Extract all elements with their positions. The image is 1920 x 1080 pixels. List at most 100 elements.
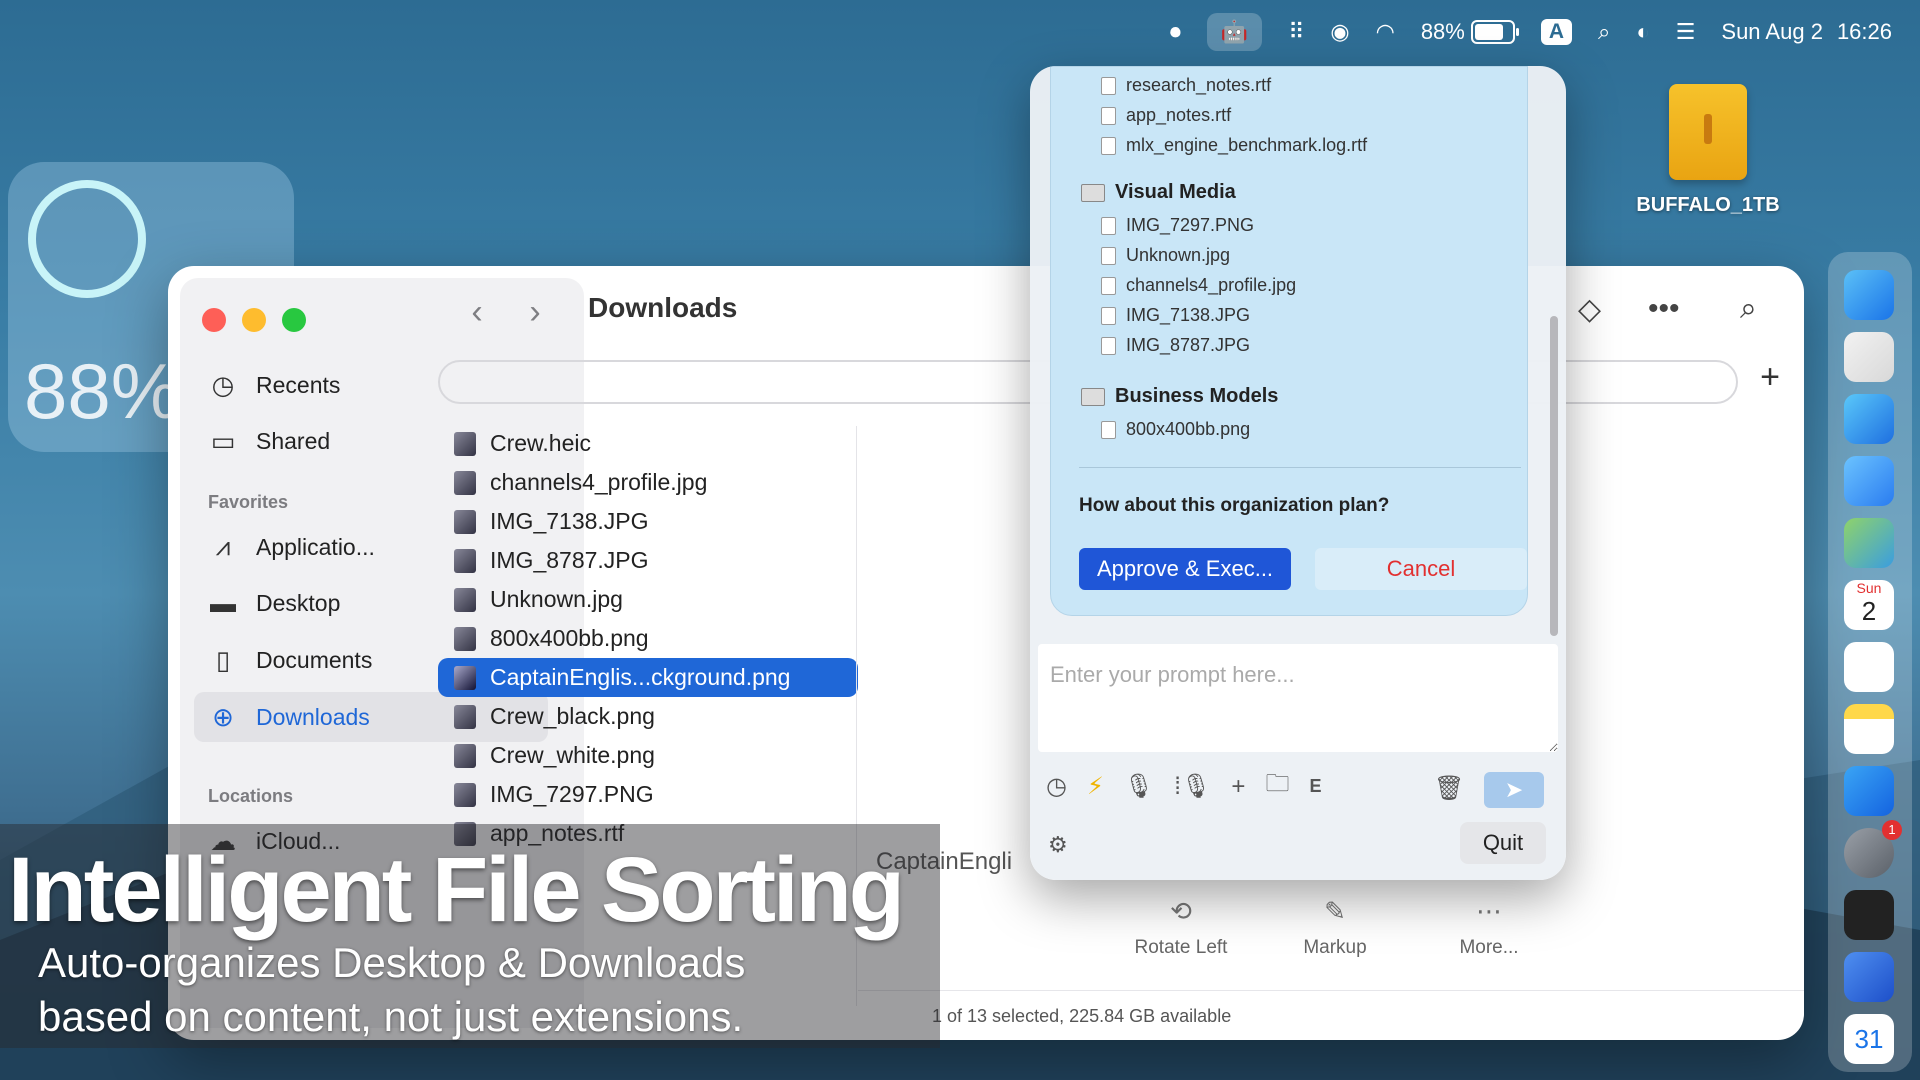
more-options-icon[interactable]: ••• (1648, 292, 1680, 326)
window-controls (202, 308, 306, 332)
input-source-badge[interactable]: A (1540, 19, 1573, 45)
action-label: Markup (1303, 937, 1367, 958)
file-row[interactable]: IMG_8787.JPG (438, 541, 858, 580)
engine-button[interactable]: E (1309, 776, 1321, 797)
dock-day-label: Sun (1856, 580, 1882, 596)
file-row[interactable]: IMG_7297.PNG (438, 775, 858, 814)
menubar-clock[interactable]: Sun Aug 2 16:26 (1721, 19, 1892, 45)
battery-icon (1470, 20, 1519, 44)
trash-icon[interactable]: 🗑 (1434, 774, 1464, 803)
forward-button[interactable]: › (506, 290, 564, 336)
finder-dock-icon[interactable] (1844, 270, 1894, 320)
sidebar-label: Shared (256, 427, 331, 454)
maps-dock-icon[interactable] (1844, 518, 1894, 568)
cancel-button[interactable]: Cancel (1315, 548, 1527, 590)
rotate-icon: ⟲ (1170, 896, 1192, 926)
dock-day-number: 2 (1861, 596, 1877, 626)
file-row[interactable]: IMG_7138.JPG (438, 502, 858, 541)
file-row[interactable]: CaptainEnglis...ckground.png (438, 658, 858, 697)
reminders-dock-icon[interactable] (1844, 642, 1894, 692)
plan-file-name: 800x400bb.png (1126, 419, 1251, 439)
bot-icon[interactable]: 🤖 (1206, 13, 1263, 51)
launchpad-dock-icon[interactable] (1844, 332, 1894, 382)
image-file-icon (454, 704, 476, 729)
search-icon[interactable]: ⌕ (1598, 19, 1610, 45)
search-icon[interactable]: ⌕ (1740, 292, 1757, 326)
nav-buttons: ‹ › (448, 290, 564, 336)
plan-file: 800x400bb.png (1101, 419, 1250, 440)
close-button[interactable] (202, 308, 226, 332)
battery-status[interactable]: 88% (1421, 19, 1519, 45)
back-button[interactable]: ‹ (448, 290, 506, 336)
add-icon[interactable]: + (1231, 773, 1245, 801)
caption-banner: Intelligent File Sorting Auto-organizes … (0, 824, 940, 1048)
document-icon (1101, 420, 1116, 439)
organizer-popup: research_notes.rtf app_notes.rtf mlx_eng… (1030, 66, 1566, 880)
app-store-dock-icon[interactable] (1844, 766, 1894, 816)
quick-actions: ⟲ Rotate Left ✎ Markup ⋯ More... (1128, 896, 1542, 959)
plan-folder-name: Business Models (1115, 385, 1279, 407)
approve-execute-button[interactable]: Approve & Exec... (1079, 548, 1291, 590)
file-name: CaptainEnglis...ckground.png (490, 664, 791, 690)
plan-file-name: channels4_profile.jpg (1126, 275, 1297, 295)
ios-app-dock-icon[interactable] (1844, 952, 1894, 1002)
caption-title: Intelligent File Sorting (8, 839, 905, 941)
notes-dock-icon[interactable] (1844, 704, 1894, 754)
document-icon (1101, 76, 1116, 95)
history-icon[interactable]: ◷ (1046, 772, 1067, 801)
popup-scrollbar[interactable] (1550, 316, 1558, 636)
user-icon[interactable]: ◉ (1330, 19, 1349, 45)
lightning-icon[interactable]: ⚡ (1087, 772, 1104, 801)
file-row[interactable]: Crew_white.png (438, 736, 858, 775)
terminal-dock-icon[interactable] (1844, 890, 1894, 940)
microphone-icon[interactable]: 🎙 (1124, 772, 1154, 801)
file-row[interactable]: Crew.heic (438, 424, 858, 463)
more-action[interactable]: ⋯ More... (1436, 896, 1542, 959)
file-list: Crew.heic channels4_profile.jpg IMG_7138.J… (438, 424, 858, 853)
zoom-button[interactable] (282, 308, 306, 332)
file-row[interactable]: Crew_black.png (438, 697, 858, 736)
markup-icon: ✎ (1324, 896, 1346, 926)
rotate-left-action[interactable]: ⟲ Rotate Left (1128, 896, 1234, 959)
mail-dock-icon[interactable] (1844, 456, 1894, 506)
desktop-drive-icon[interactable]: BUFFALO_1TB (1618, 84, 1798, 217)
prompt-box (1038, 644, 1558, 752)
document-icon (1101, 336, 1116, 355)
markup-action[interactable]: ✎ Markup (1282, 896, 1388, 959)
siri-icon[interactable]: ◐ (1636, 19, 1649, 45)
folder-icon[interactable]: 🗀 (1265, 766, 1289, 807)
plan-folder: Visual Media (1081, 181, 1236, 204)
stop-icon[interactable]: ⏺ (1170, 19, 1181, 45)
image-file-icon (454, 470, 476, 495)
add-icon[interactable]: + (1760, 358, 1780, 397)
file-row[interactable]: Unknown.jpg (438, 580, 858, 619)
calendar-date-dock-icon[interactable]: Sun 2 (1844, 580, 1894, 630)
battery-ring (28, 180, 146, 298)
tag-icon[interactable]: ◇ (1578, 292, 1601, 327)
wifi-icon[interactable]: ◠ (1376, 19, 1395, 45)
caption-line: Auto-organizes Desktop & Downloads (38, 939, 746, 986)
file-row[interactable]: 800x400bb.png (438, 619, 858, 658)
sidebar-label: Desktop (256, 589, 341, 616)
favorites-header: Favorites (208, 492, 289, 512)
minimize-button[interactable] (242, 308, 266, 332)
file-row[interactable]: channels4_profile.jpg (438, 463, 858, 502)
desktop-icon: ▬ (210, 587, 236, 618)
menu-bar: ⏺ 🤖 ⠿ ◉ ◠ 88% A ⌕ ◐ ☰ Sun Aug 2 16:26 (0, 0, 1920, 64)
system-settings-dock-icon[interactable]: 1 (1844, 820, 1902, 878)
external-drive-icon (1669, 84, 1747, 180)
image-file-icon (454, 548, 476, 573)
plan-folder: Business Models (1081, 385, 1278, 408)
quit-button[interactable]: Quit (1460, 822, 1546, 864)
send-button[interactable]: ➤ (1484, 772, 1544, 808)
safari-dock-icon[interactable] (1844, 394, 1894, 444)
clock-icon: ◷ (211, 369, 235, 400)
grid-icon[interactable]: ⠿ (1288, 19, 1304, 45)
prompt-input[interactable] (1038, 644, 1558, 752)
calendar-dock-icon[interactable]: 31 (1844, 1014, 1894, 1064)
control-center-icon[interactable]: ☰ (1676, 19, 1696, 45)
plan-file: IMG_7138.JPG (1101, 305, 1250, 326)
settings-gear-icon[interactable]: ⚙ (1048, 832, 1068, 858)
status-bar: 1 of 13 selected, 225.84 GB available (932, 1006, 1232, 1026)
voice-dictation-icon[interactable]: ⁞🎙 (1174, 772, 1211, 801)
